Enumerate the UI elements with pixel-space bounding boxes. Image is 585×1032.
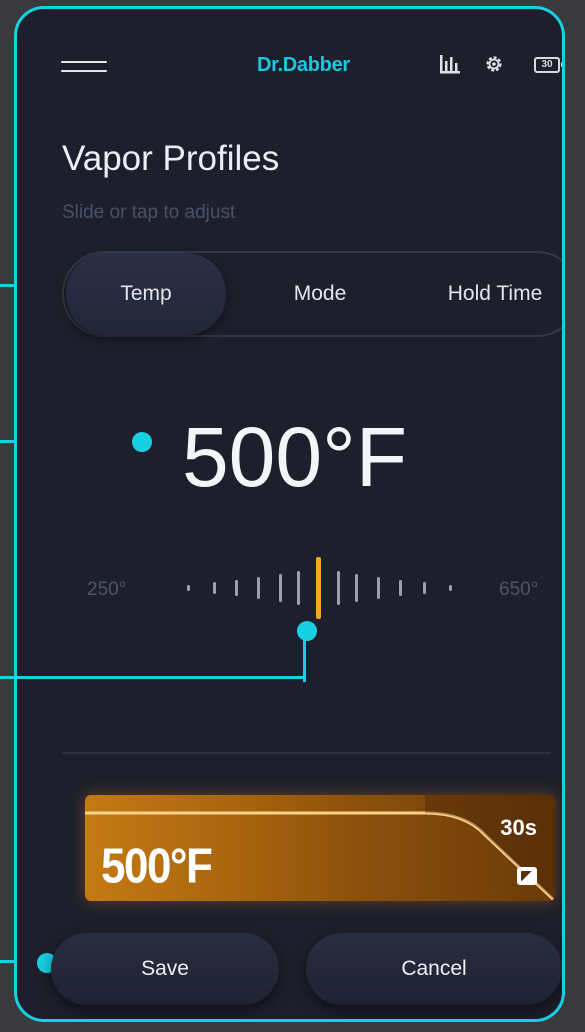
slider-tick <box>399 580 402 596</box>
slider-tick <box>297 571 300 605</box>
gear-icon[interactable] <box>484 54 504 74</box>
stats-icon[interactable] <box>438 53 462 75</box>
brand-logo: Dr.Dabber <box>257 54 350 76</box>
divider <box>62 752 551 754</box>
cancel-button[interactable]: Cancel <box>306 933 562 1005</box>
page-title: Vapor Profiles <box>62 139 280 178</box>
range-min-label: 250° <box>87 579 127 600</box>
save-button[interactable]: Save <box>51 933 279 1005</box>
slider-tick <box>257 577 260 599</box>
slider-tick <box>187 585 190 591</box>
tab-hold-time[interactable]: Hold Time <box>410 253 562 335</box>
callout-dot-slider <box>297 621 317 641</box>
menu-icon[interactable] <box>61 59 107 73</box>
page-subtitle: Slide or tap to adjust <box>62 202 236 223</box>
slider-tick <box>355 574 358 602</box>
tab-temp[interactable]: Temp <box>66 253 226 335</box>
temperature-value: 500°F <box>181 410 408 504</box>
range-max-label: 650° <box>499 579 539 600</box>
slider-tick <box>449 585 452 591</box>
mode-icon <box>517 867 537 885</box>
phone-screen: Dr.Dabber 30 Vapor Profiles Slide or tap… <box>14 6 565 1022</box>
slider-tick <box>377 577 380 599</box>
tab-mode[interactable]: Mode <box>240 253 400 335</box>
tab-bar: Temp Mode Hold Time <box>62 251 562 337</box>
slider-tick <box>235 580 238 596</box>
slider-tick <box>213 582 216 594</box>
preset-card[interactable]: 500°F 30s <box>85 795 555 901</box>
slider-tick <box>423 582 426 594</box>
preset-hold-time: 30s <box>500 815 537 840</box>
temperature-slider[interactable] <box>177 557 467 623</box>
slider-thumb[interactable] <box>316 557 321 619</box>
slider-tick <box>337 571 340 605</box>
callout-line-slider-inner <box>17 676 306 679</box>
preset-temp: 500°F <box>101 839 213 894</box>
battery-nub <box>561 62 562 67</box>
slider-tick <box>279 574 282 602</box>
battery-icon: 30 <box>534 57 560 73</box>
